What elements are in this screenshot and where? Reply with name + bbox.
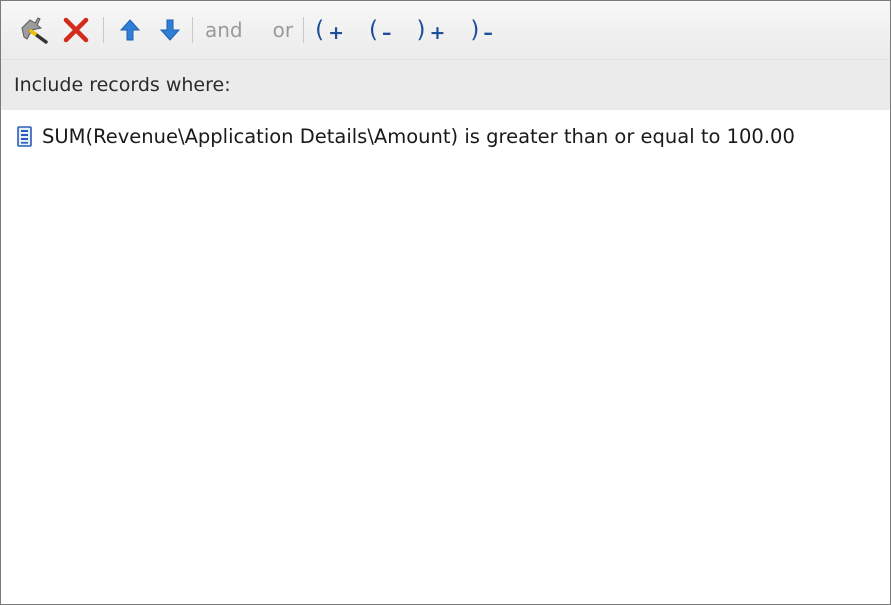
minus-mark: –	[382, 22, 393, 44]
remove-close-parenthesis-button[interactable]: ) –	[461, 12, 502, 48]
criteria-item[interactable]: SUM(Revenue\Application Details\Amount) …	[1, 121, 890, 151]
or-button[interactable]: or	[265, 12, 301, 48]
delete-button[interactable]	[59, 12, 93, 48]
minus-mark: –	[483, 22, 494, 44]
wizard-button[interactable]	[17, 12, 53, 48]
arrow-down-icon	[159, 19, 181, 41]
toolbar: and or (+ (– ) + ) –	[1, 1, 890, 60]
filter-criteria-panel: and or (+ (– ) + ) – Include records where…	[0, 0, 891, 605]
toolbar-separator	[103, 17, 104, 43]
red-x-icon	[63, 17, 89, 43]
criteria-item-text: SUM(Revenue\Application Details\Amount) …	[42, 124, 795, 148]
add-close-parenthesis-button[interactable]: ) +	[408, 12, 456, 48]
and-button[interactable]: and	[197, 12, 251, 48]
remove-open-parenthesis-button[interactable]: (–	[360, 12, 401, 48]
toolbar-separator	[192, 17, 193, 43]
toolbar-separator	[303, 17, 305, 43]
paren-glyph: (	[369, 17, 379, 43]
plus-mark: +	[328, 22, 346, 44]
arrow-up-icon	[119, 19, 141, 41]
criteria-header: Include records where:	[1, 60, 890, 110]
move-up-button[interactable]	[114, 12, 146, 48]
criteria-list: SUM(Revenue\Application Details\Amount) …	[1, 110, 890, 151]
paren-glyph: (	[315, 17, 326, 43]
plus-mark: +	[429, 22, 447, 44]
paren-glyph: )	[470, 17, 481, 43]
add-open-parenthesis-button[interactable]: (+	[306, 12, 354, 48]
criteria-header-label: Include records where:	[14, 74, 231, 96]
paren-glyph: )	[416, 17, 427, 43]
move-down-button[interactable]	[154, 12, 186, 48]
document-icon	[17, 125, 32, 147]
wand-icon	[21, 17, 48, 44]
